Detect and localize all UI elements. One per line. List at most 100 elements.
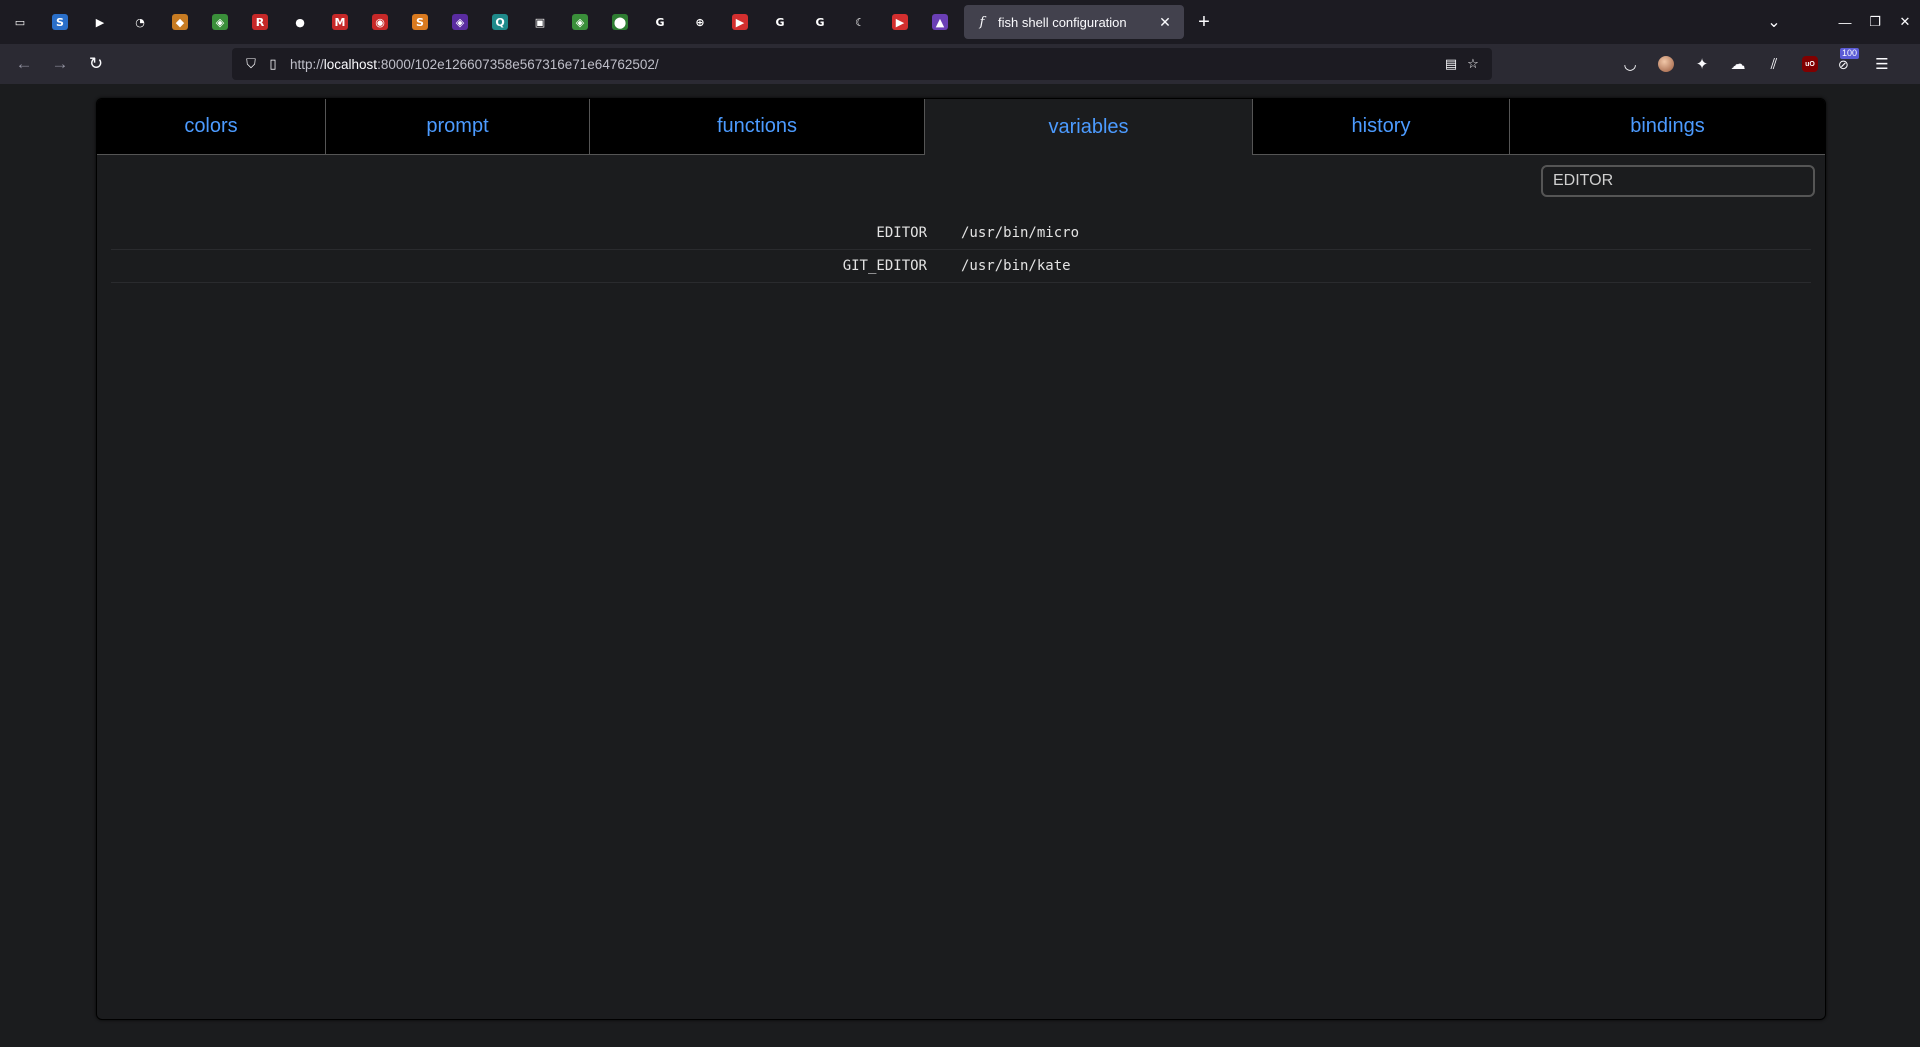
- url-host: localhost: [323, 56, 378, 72]
- target-icon: ◉: [372, 14, 388, 30]
- r-icon: R: [252, 14, 268, 30]
- close-tab-icon[interactable]: ✕: [1156, 14, 1174, 31]
- slides-icon: S: [52, 14, 68, 30]
- gmail-icon: M: [332, 14, 348, 30]
- ublock-icon[interactable]: uO: [1792, 48, 1828, 80]
- window-controls: — ❐ ✕: [1830, 0, 1920, 44]
- variable-name: EDITOR: [876, 225, 927, 241]
- config-tabs: colors prompt functions variables histor…: [97, 99, 1825, 155]
- play-icon: ▶: [92, 14, 108, 30]
- ublock-origin-icon: uO: [1802, 56, 1818, 72]
- pinned-tab[interactable]: G: [760, 0, 800, 44]
- tab-overview-icon: ▭: [12, 14, 28, 30]
- cloud-extension-icon[interactable]: ☁: [1720, 48, 1756, 80]
- pinned-tab[interactable]: ☾: [840, 0, 880, 44]
- pinned-tab[interactable]: ⬤: [600, 0, 640, 44]
- s-coin-icon: S: [412, 14, 428, 30]
- youtube-icon-2: ▶: [892, 14, 908, 30]
- fish-favicon-icon: f: [979, 14, 985, 30]
- tab-bindings[interactable]: bindings: [1510, 99, 1825, 155]
- pinned-tab[interactable]: ▲: [920, 0, 960, 44]
- variable-value: /usr/bin/micro: [961, 225, 1080, 241]
- pinned-tab[interactable]: ◈: [440, 0, 480, 44]
- reader-view-icon[interactable]: ▤: [1440, 53, 1462, 75]
- active-tab[interactable]: f fish shell configuration ✕: [964, 5, 1184, 39]
- puzzle-icon-2: ◈: [572, 14, 588, 30]
- url-path: :8000/102e126607358e567316e71e64762502/: [377, 56, 659, 72]
- pinned-tab[interactable]: Q: [480, 0, 520, 44]
- pinned-tab[interactable]: ◈: [200, 0, 240, 44]
- pinned-tab[interactable]: R: [240, 0, 280, 44]
- list-all-tabs-icon[interactable]: ⌄: [1754, 0, 1794, 44]
- pinned-tab[interactable]: ▣: [520, 0, 560, 44]
- tab-functions[interactable]: functions: [590, 99, 925, 155]
- youtube-icon: ▶: [732, 14, 748, 30]
- new-tab-button[interactable]: +: [1186, 5, 1222, 39]
- variable-name: GIT_EDITOR: [842, 258, 927, 274]
- pinned-tab[interactable]: S: [400, 0, 440, 44]
- tab-prompt[interactable]: prompt: [326, 99, 590, 155]
- google-icon-2: G: [772, 14, 788, 30]
- tracking-protection-shield-icon[interactable]: ⛉: [240, 53, 262, 75]
- q-icon: Q: [492, 14, 508, 30]
- pinned-tab[interactable]: ▭: [0, 0, 40, 44]
- pinned-tab[interactable]: S: [40, 0, 80, 44]
- tab-colors[interactable]: colors: [97, 99, 326, 155]
- variable-value: /usr/bin/kate: [961, 258, 1071, 274]
- shield-purple-icon: ◈: [452, 14, 468, 30]
- variables-table: EDITOR /usr/bin/micro GIT_EDITOR /usr/bi…: [111, 217, 1811, 283]
- avatar-icon: [1658, 56, 1674, 72]
- reload-icon[interactable]: ↻: [78, 48, 114, 80]
- library-icon[interactable]: ⫽: [1756, 48, 1792, 80]
- app-menu-icon[interactable]: ☰: [1864, 48, 1900, 80]
- moon-icon: ☾: [852, 14, 868, 30]
- tab-variables[interactable]: variables: [925, 99, 1253, 155]
- browser-tab-strip: ▭ S ▶ ◔ ◆ ◈ R ● M ◉ S ◈ Q ▣ ◈ ⬤ G ⊕ ▶ G G ☾ ▶ ▲ f fish shell co…: [0, 0, 1920, 44]
- tab-history[interactable]: history: [1253, 99, 1510, 155]
- pinned-tab[interactable]: ◉: [360, 0, 400, 44]
- pinned-tab[interactable]: ◔: [120, 0, 160, 44]
- url-scheme: http://: [290, 56, 324, 72]
- pinned-tab[interactable]: M: [320, 0, 360, 44]
- puzzle-icon: ◈: [212, 14, 228, 30]
- page-info-icon[interactable]: ▯: [262, 53, 284, 75]
- pinned-tab[interactable]: ▶: [80, 0, 120, 44]
- extensions-icon[interactable]: ✦: [1684, 48, 1720, 80]
- window-close-icon[interactable]: ✕: [1890, 0, 1920, 44]
- globe-icon: ⊕: [692, 14, 708, 30]
- pinned-tab[interactable]: ●: [280, 0, 320, 44]
- forward-icon[interactable]: →: [42, 48, 78, 80]
- triangle-icon: ▲: [932, 14, 948, 30]
- navigation-toolbar: ← → ↻ ⛉ ▯ http://localhost:8000/102e1266…: [0, 44, 1920, 84]
- pocket-icon[interactable]: ◡: [1612, 48, 1648, 80]
- tab-title: fish shell configuration: [998, 14, 1127, 30]
- back-icon[interactable]: ←: [6, 48, 42, 80]
- pinned-tab[interactable]: ◆: [160, 0, 200, 44]
- table-row[interactable]: EDITOR /usr/bin/micro: [111, 217, 1811, 250]
- pinned-tab[interactable]: ▶: [720, 0, 760, 44]
- toolbar-extensions: ◡ ✦ ☁ ⫽ uO ⊘ 100 ☰: [1612, 48, 1900, 80]
- minimize-icon[interactable]: —: [1830, 0, 1860, 44]
- account-avatar[interactable]: [1648, 48, 1684, 80]
- table-row[interactable]: GIT_EDITOR /usr/bin/kate: [111, 250, 1811, 283]
- extension-badge-count: 100: [1840, 48, 1860, 59]
- pinned-tab[interactable]: ⊕: [680, 0, 720, 44]
- google-icon-3: G: [812, 14, 828, 30]
- google-icon: G: [652, 14, 668, 30]
- shield-icon: ◆: [172, 14, 188, 30]
- bookmark-star-icon[interactable]: ☆: [1462, 53, 1484, 75]
- pinned-tab[interactable]: ◈: [560, 0, 600, 44]
- globe-play-icon: ◔: [132, 14, 148, 30]
- extension-glyph-icon: ⊘: [1838, 57, 1849, 72]
- pinned-tab[interactable]: ▶: [880, 0, 920, 44]
- badge-extension-icon: ⊘ 100: [1838, 48, 1860, 72]
- badge-extension[interactable]: ⊘ 100: [1828, 48, 1864, 80]
- url-text[interactable]: http://localhost:8000/102e126607358e5673…: [290, 57, 1440, 72]
- github-icon: ●: [292, 14, 308, 30]
- pinned-tab[interactable]: G: [640, 0, 680, 44]
- address-bar[interactable]: ⛉ ▯ http://localhost:8000/102e126607358e…: [232, 48, 1492, 80]
- restore-icon[interactable]: ❐: [1860, 0, 1890, 44]
- maps-pin-icon: ⬤: [612, 14, 628, 30]
- variable-filter-input[interactable]: [1541, 165, 1815, 197]
- pinned-tab[interactable]: G: [800, 0, 840, 44]
